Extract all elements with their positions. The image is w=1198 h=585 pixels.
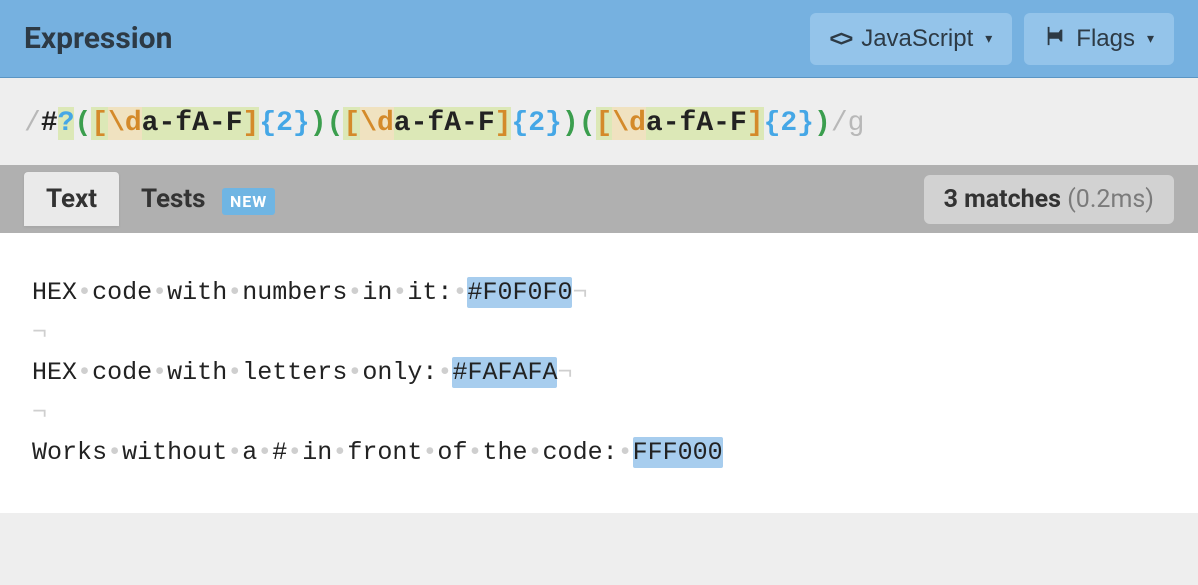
match-info: 3 matches (0.2ms) bbox=[924, 175, 1174, 224]
regex-token: ] bbox=[243, 107, 260, 140]
flags-label: Flags bbox=[1076, 25, 1135, 53]
flavor-label: JavaScript bbox=[861, 25, 973, 53]
whitespace-dot: • bbox=[437, 358, 452, 387]
test-line: HEX•code•with•letters•only:•#FAFAFA¬ bbox=[32, 353, 1166, 393]
flavor-button[interactable]: <> JavaScript ▾ bbox=[810, 13, 1013, 65]
regex-token: a-f bbox=[142, 107, 192, 140]
match-highlight: FFF000 bbox=[633, 437, 723, 468]
match-count: 3 matches bbox=[944, 185, 1061, 214]
test-text-area[interactable]: HEX•code•with•numbers•in•it:•#F0F0F0¬¬HE… bbox=[0, 233, 1198, 513]
chevron-down-icon: ▾ bbox=[985, 30, 992, 47]
whitespace-dot: • bbox=[77, 358, 92, 387]
whitespace-dot: • bbox=[392, 278, 407, 307]
regex-token: ? bbox=[58, 107, 75, 140]
header-buttons: <> JavaScript ▾ Flags ▾ bbox=[810, 13, 1175, 65]
blank-line: ¬ bbox=[32, 313, 1166, 353]
eol-glyph: ¬ bbox=[32, 318, 47, 347]
whitespace-dot: • bbox=[347, 278, 362, 307]
whitespace-dot: • bbox=[227, 358, 242, 387]
whitespace-dot: • bbox=[347, 358, 362, 387]
whitespace-dot: • bbox=[528, 438, 543, 467]
regex-token: ( bbox=[327, 107, 344, 140]
regex-close-delim: / bbox=[831, 108, 848, 139]
regex-token: ) bbox=[310, 107, 327, 140]
regex-token: \d bbox=[108, 107, 142, 140]
regex-open-delim: / bbox=[24, 108, 41, 139]
regex-token: \d bbox=[360, 107, 394, 140]
regex-token: [ bbox=[343, 107, 360, 140]
whitespace-dot: • bbox=[618, 438, 633, 467]
eol-glyph: ¬ bbox=[572, 278, 587, 307]
whitespace-dot: • bbox=[422, 438, 437, 467]
regex-token: {2} bbox=[764, 107, 814, 140]
match-time: (0.2ms) bbox=[1067, 185, 1154, 214]
match-highlight: #F0F0F0 bbox=[467, 277, 572, 308]
regex-token: A-F bbox=[444, 107, 494, 140]
new-badge: NEW bbox=[222, 188, 275, 215]
whitespace-dot: • bbox=[227, 278, 242, 307]
test-line: Works•without•a•#•in•front•of•the•code:•… bbox=[32, 433, 1166, 473]
code-icon: <> bbox=[830, 26, 852, 52]
tab-tests-label: Tests bbox=[141, 184, 206, 214]
regex-token: a-f bbox=[394, 107, 444, 140]
eol-glyph: ¬ bbox=[32, 398, 47, 427]
whitespace-dot: • bbox=[257, 438, 272, 467]
whitespace-dot: • bbox=[467, 438, 482, 467]
whitespace-dot: • bbox=[332, 438, 347, 467]
tabs-bar: Text Tests NEW 3 matches (0.2ms) bbox=[0, 165, 1198, 233]
whitespace-dot: • bbox=[227, 438, 242, 467]
page-title: Expression bbox=[24, 21, 172, 56]
regex-token: \d bbox=[612, 107, 646, 140]
whitespace-dot: • bbox=[77, 278, 92, 307]
flags-button[interactable]: Flags ▾ bbox=[1024, 13, 1174, 65]
header-bar: Expression <> JavaScript ▾ Flags ▾ bbox=[0, 0, 1198, 78]
eol-glyph: ¬ bbox=[557, 358, 572, 387]
regex-body: #?([\da-fA-F]{2})([\da-fA-F]{2})([\da-fA… bbox=[41, 107, 831, 140]
regex-token: {2} bbox=[511, 107, 561, 140]
regex-token: ] bbox=[495, 107, 512, 140]
whitespace-dot: • bbox=[107, 438, 122, 467]
regex-token: ) bbox=[562, 107, 579, 140]
regex-token: ) bbox=[814, 107, 831, 140]
tab-tests[interactable]: Tests NEW bbox=[119, 172, 297, 226]
expression-input[interactable]: /#?([\da-fA-F]{2})([\da-fA-F]{2})([\da-f… bbox=[0, 78, 1198, 165]
test-line: HEX•code•with•numbers•in•it:•#F0F0F0¬ bbox=[32, 273, 1166, 313]
regex-token: ] bbox=[747, 107, 764, 140]
regex-token: # bbox=[41, 107, 58, 140]
whitespace-dot: • bbox=[152, 358, 167, 387]
regex-flags: g bbox=[848, 108, 865, 139]
blank-line: ¬ bbox=[32, 393, 1166, 433]
flag-icon bbox=[1044, 25, 1066, 53]
regex-token: a-f bbox=[646, 107, 696, 140]
whitespace-dot: • bbox=[152, 278, 167, 307]
regex-token: A-F bbox=[192, 107, 242, 140]
regex-token: A-F bbox=[696, 107, 746, 140]
regex-token: ( bbox=[74, 107, 91, 140]
chevron-down-icon: ▾ bbox=[1147, 30, 1154, 47]
tabs-left: Text Tests NEW bbox=[24, 172, 297, 226]
whitespace-dot: • bbox=[287, 438, 302, 467]
regex-token: ( bbox=[579, 107, 596, 140]
regex-token: [ bbox=[91, 107, 108, 140]
regex-token: [ bbox=[596, 107, 613, 140]
tab-text[interactable]: Text bbox=[24, 172, 119, 226]
match-highlight: #FAFAFA bbox=[452, 357, 557, 388]
regex-token: {2} bbox=[259, 107, 309, 140]
whitespace-dot: • bbox=[452, 278, 467, 307]
